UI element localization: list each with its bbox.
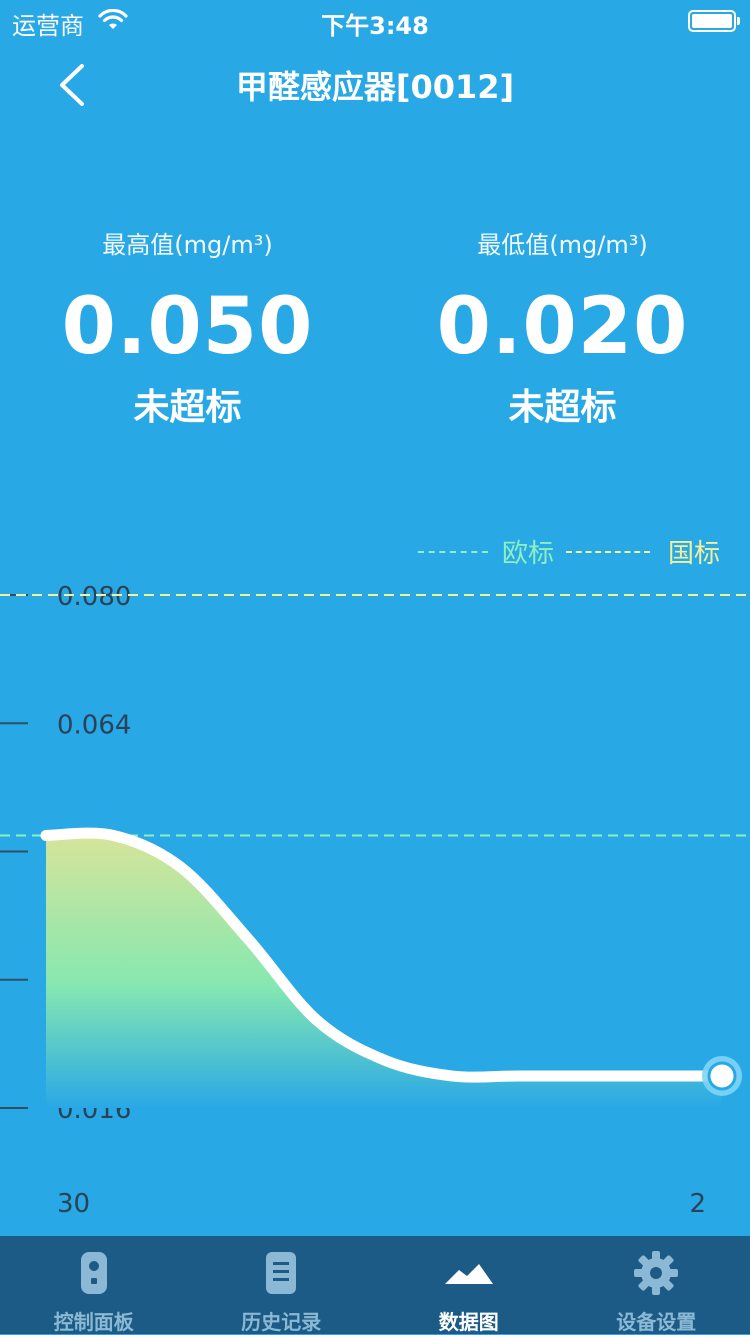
max-status: 未超标: [0, 378, 375, 430]
battery-icon: [688, 10, 736, 32]
tab-control-panel[interactable]: 控制面板: [0, 1236, 188, 1334]
tab-bar: 控制面板 历史记录 数据图: [0, 1236, 750, 1334]
chart-legend: 欧标 国标: [418, 533, 720, 570]
tab-label: 历史记录: [188, 1306, 376, 1335]
tab-data-chart[interactable]: 数据图: [375, 1236, 563, 1334]
min-value-card: 最低值(mg/m³) 0.020 未超标: [375, 225, 750, 430]
max-value-card: 最高值(mg/m³) 0.050 未超标: [0, 225, 375, 430]
x-tick-label: 2: [689, 1189, 706, 1219]
min-value: 0.020: [375, 288, 750, 366]
tab-label: 数据图: [375, 1306, 563, 1335]
eu-standard-swatch: [418, 551, 488, 553]
y-tick-label: 0.064: [57, 710, 131, 740]
data-point: [709, 1063, 735, 1089]
chart-mountain-icon: [445, 1262, 493, 1288]
min-value-label: 最低值(mg/m³): [375, 225, 750, 260]
series-area: [46, 833, 722, 1108]
tab-device-settings[interactable]: 设备设置: [563, 1236, 750, 1334]
eu-standard-label: 欧标: [502, 533, 554, 570]
tab-label: 设备设置: [563, 1306, 750, 1335]
status-bar: 运营商 下午3:48: [0, 0, 750, 40]
tab-label: 控制面板: [0, 1306, 188, 1335]
x-tick-label: 30: [57, 1189, 90, 1219]
max-value-label: 最高值(mg/m³): [0, 225, 375, 260]
min-status: 未超标: [375, 378, 750, 430]
y-tick-label: 0.080: [57, 582, 131, 612]
clock: 下午3:48: [0, 6, 750, 41]
cn-standard-swatch: [566, 551, 650, 553]
document-icon: [264, 1250, 298, 1300]
gear-icon: [633, 1250, 679, 1300]
remote-icon: [79, 1250, 109, 1300]
tab-history[interactable]: 历史记录: [188, 1236, 376, 1334]
cn-standard-label: 国标: [668, 533, 720, 570]
formaldehyde-chart: 0.0800.0640.0480.0320.016302: [0, 570, 750, 1230]
page-title: 甲醛感应器[0012]: [0, 62, 750, 108]
max-value: 0.050: [0, 288, 375, 366]
